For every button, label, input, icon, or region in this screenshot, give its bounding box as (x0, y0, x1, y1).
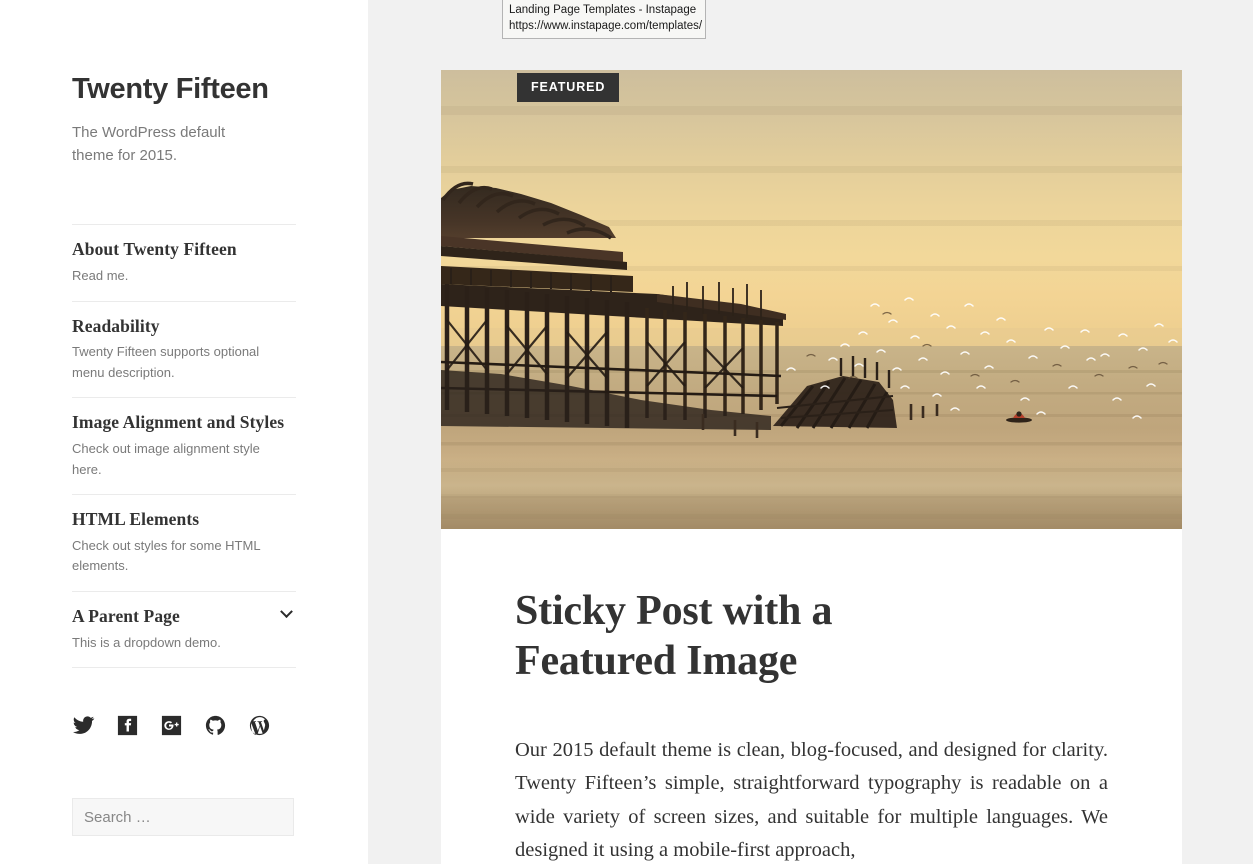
search-input[interactable] (72, 798, 294, 837)
nav-item-image-alignment-and-styles[interactable]: Image Alignment and Styles Check out ima… (72, 397, 296, 494)
nav-item-readability[interactable]: Readability Twenty Fifteen supports opti… (72, 300, 296, 398)
nav-item-description: Twenty Fifteen supports optional menu de… (72, 344, 260, 380)
page-root: Twenty Fifteen The WordPress default the… (0, 0, 1253, 864)
post-card: FEATURED Sticky Post with a Featured Ima… (441, 70, 1182, 864)
browser-status-tooltip: Landing Page Templates - Instapage https… (502, 0, 706, 39)
chevron-down-icon (279, 604, 293, 618)
nav-item-html-elements[interactable]: HTML Elements Check out styles for some … (72, 494, 296, 591)
twitter-icon (72, 716, 95, 735)
facebook-icon (117, 716, 138, 736)
wordpress-icon (249, 716, 270, 736)
nav-item-about-twenty-fifteen[interactable]: About Twenty Fifteen Read me. (72, 224, 296, 300)
submenu-toggle-button[interactable] (275, 603, 297, 625)
tooltip-title: Landing Page Templates - Instapage (509, 4, 697, 16)
social-link-github[interactable] (204, 714, 227, 737)
content-area: FEATURED Sticky Post with a Featured Ima… (368, 0, 1253, 864)
nav-item-description: Read me. (72, 268, 129, 284)
site-title[interactable]: Twenty Fifteen (72, 72, 296, 107)
nav-item-description: Check out styles for some HTML elements. (72, 537, 261, 574)
site-description: The WordPress default theme for 2015. (72, 123, 226, 165)
post-excerpt: Our 2015 default theme is clean, blog-fo… (515, 739, 1108, 861)
featured-image (441, 70, 1182, 529)
site-branding: Twenty Fifteen The WordPress default the… (0, 0, 368, 167)
social-link-google-plus[interactable] (160, 714, 183, 737)
nav-item-description: Check out image alignment style here. (72, 441, 260, 477)
nav-link-label[interactable]: Readability (72, 315, 296, 338)
post-title[interactable]: Sticky Post with a Featured Image (515, 587, 935, 686)
tooltip-url: https://www.instapage.com/templates/ (509, 20, 703, 33)
social-link-twitter[interactable] (72, 714, 95, 737)
post-body: Sticky Post with a Featured Image Our 20… (441, 529, 1182, 864)
nav-link-label[interactable]: Image Alignment and Styles (72, 411, 296, 434)
social-link-facebook[interactable] (116, 714, 139, 737)
featured-badge: FEATURED (517, 73, 620, 102)
github-icon (205, 716, 226, 736)
nav-list: About Twenty Fifteen Read me. Readabilit… (72, 224, 297, 669)
sidebar: Twenty Fifteen The WordPress default the… (0, 0, 368, 864)
search-widget (0, 798, 368, 837)
nav-item-a-parent-page[interactable]: A Parent Page This is a dropdown demo. (72, 591, 297, 669)
social-link-wordpress[interactable] (248, 714, 271, 737)
nav-item-description: This is a dropdown demo. (72, 634, 221, 650)
primary-navigation: About Twenty Fifteen Read me. Readabilit… (0, 224, 368, 669)
nav-link-label[interactable]: HTML Elements (72, 508, 296, 531)
google-plus-icon (161, 716, 182, 736)
featured-image-container: FEATURED (441, 70, 1182, 529)
nav-link-label[interactable]: About Twenty Fifteen (72, 238, 296, 261)
social-navigation (0, 714, 368, 737)
nav-link-label[interactable]: A Parent Page (72, 605, 296, 628)
